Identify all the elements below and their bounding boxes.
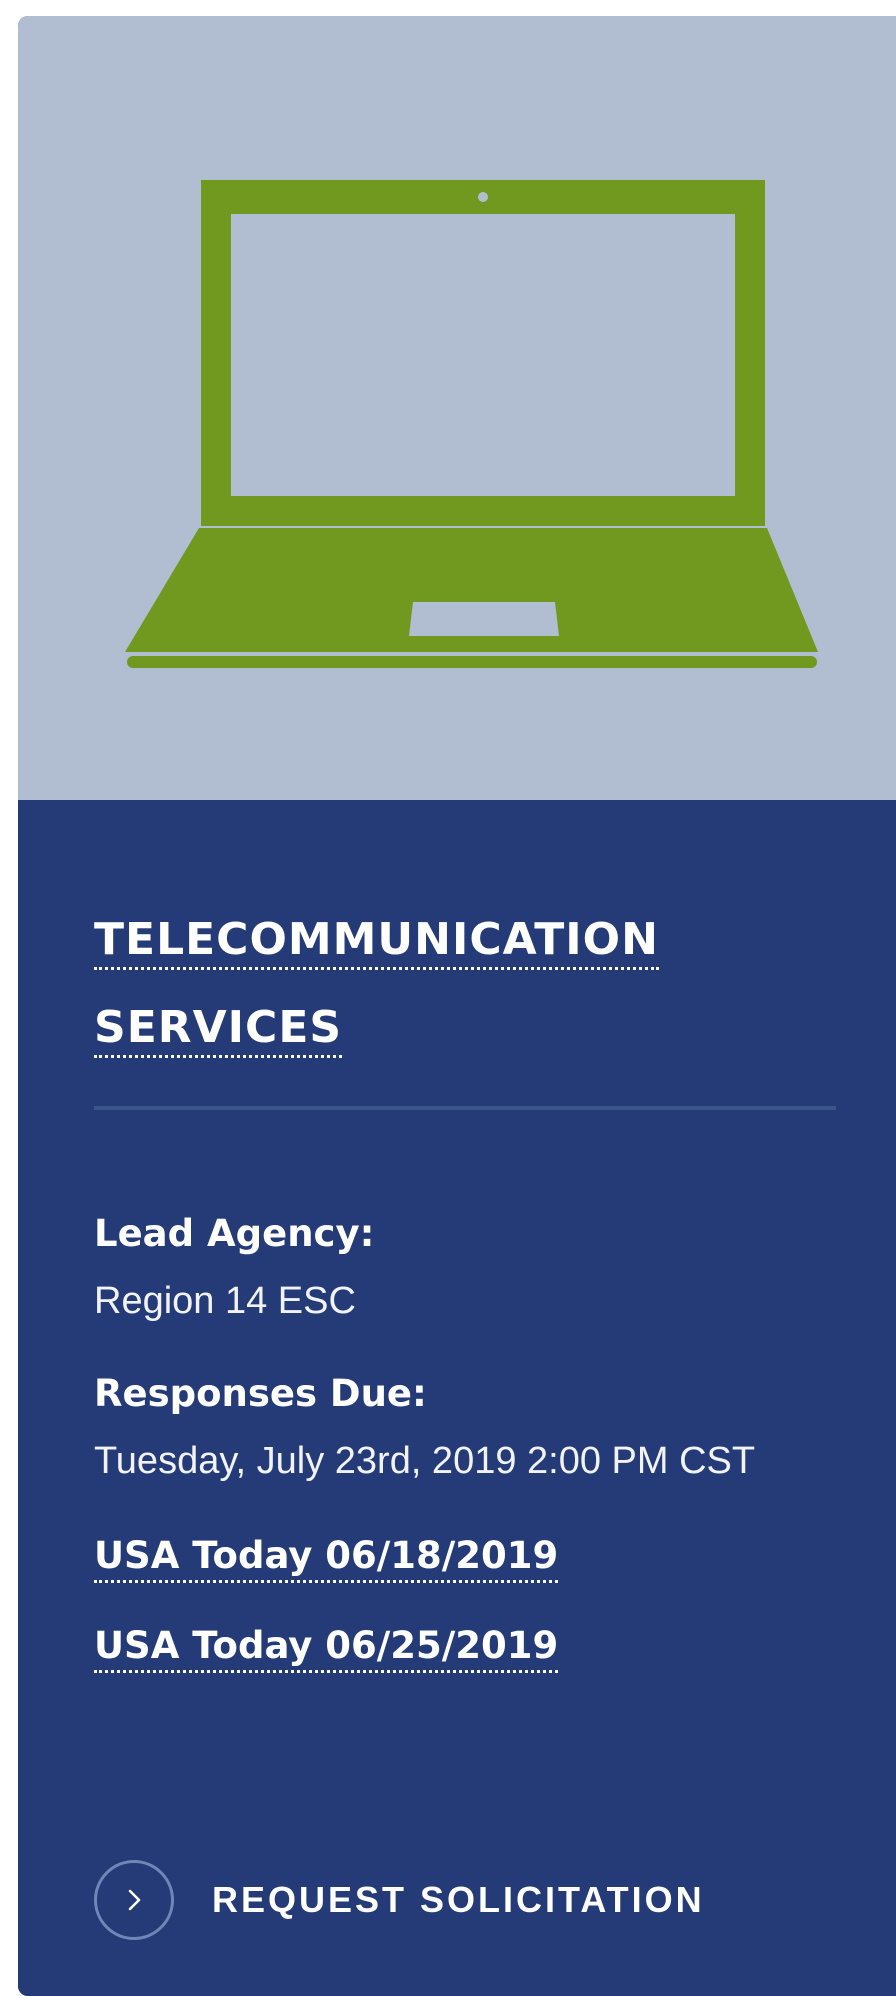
notice-link-1[interactable]: USA Today 06/18/2019 <box>94 1534 559 1583</box>
responses-due-label: Responses Due: <box>94 1372 427 1415</box>
notice-link-2-text[interactable]: USA Today 06/25/2019 <box>94 1624 559 1673</box>
title-line-1-text[interactable]: TELECOMMUNICATION <box>94 914 659 970</box>
chevron-right-icon <box>128 1889 141 1911</box>
card-title[interactable]: TELECOMMUNICATION SERVICES <box>94 896 734 1072</box>
divider <box>94 1106 836 1110</box>
lead-agency-value: Region 14 ESC <box>94 1280 356 1322</box>
request-solicitation-button[interactable]: REQUEST SOLICITATION <box>94 1860 705 1940</box>
card-body: TELECOMMUNICATION SERVICES Lead Agency: … <box>18 800 896 1996</box>
card-hero <box>18 16 896 800</box>
solicitation-card: TELECOMMUNICATION SERVICES Lead Agency: … <box>18 16 896 1996</box>
cta-circle[interactable] <box>94 1860 174 1940</box>
notice-link-2[interactable]: USA Today 06/25/2019 <box>94 1624 559 1673</box>
laptop-icon <box>125 180 818 668</box>
notice-link-1-text[interactable]: USA Today 06/18/2019 <box>94 1534 559 1583</box>
responses-due-value: Tuesday, July 23rd, 2019 2:00 PM CST <box>94 1440 756 1482</box>
title-line-2: SERVICES <box>94 984 734 1072</box>
request-solicitation-label[interactable]: REQUEST SOLICITATION <box>212 1879 705 1921</box>
title-line-1: TELECOMMUNICATION <box>94 896 734 984</box>
title-line-2-text[interactable]: SERVICES <box>94 1002 343 1058</box>
lead-agency-label: Lead Agency: <box>94 1212 375 1255</box>
